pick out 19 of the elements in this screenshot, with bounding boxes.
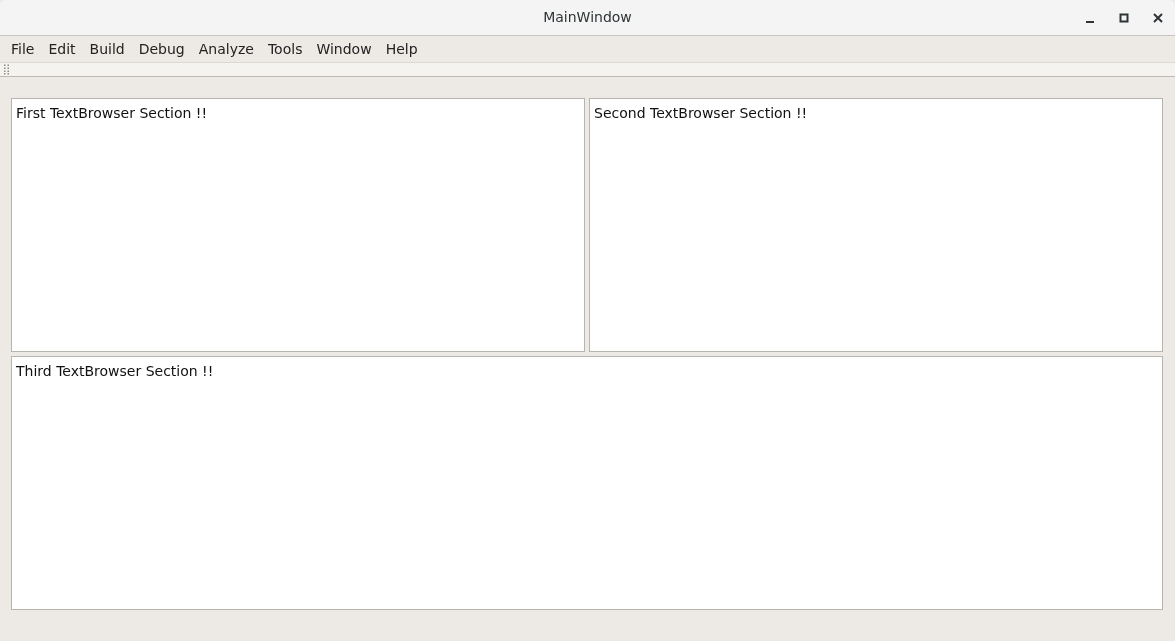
menu-item[interactable]: Edit: [41, 36, 83, 62]
menu-item[interactable]: Analyze: [191, 36, 261, 62]
text-browser[interactable]: Second TextBrowser Section !!: [589, 98, 1163, 352]
maximize-icon: [1119, 13, 1129, 23]
close-icon: [1153, 13, 1163, 23]
menu-item[interactable]: File: [4, 36, 42, 62]
menu-item[interactable]: Help: [378, 36, 425, 62]
toolbar-grip-icon[interactable]: [4, 64, 9, 75]
menu-item[interactable]: Build: [82, 36, 132, 62]
browser-text: First TextBrowser Section !!: [16, 105, 208, 121]
browser-text: Third TextBrowser Section !!: [16, 363, 214, 379]
menu-item[interactable]: Tools: [260, 36, 310, 62]
menu-item[interactable]: Window: [309, 36, 379, 62]
window-title: MainWindow: [543, 8, 632, 27]
text-browser[interactable]: Third TextBrowser Section !!: [11, 356, 1163, 610]
text-browser[interactable]: First TextBrowser Section !!: [11, 98, 585, 352]
minimize-icon: [1086, 21, 1094, 23]
browser-text: Second TextBrowser Section !!: [594, 105, 808, 121]
menu-item[interactable]: Debug: [131, 36, 192, 62]
